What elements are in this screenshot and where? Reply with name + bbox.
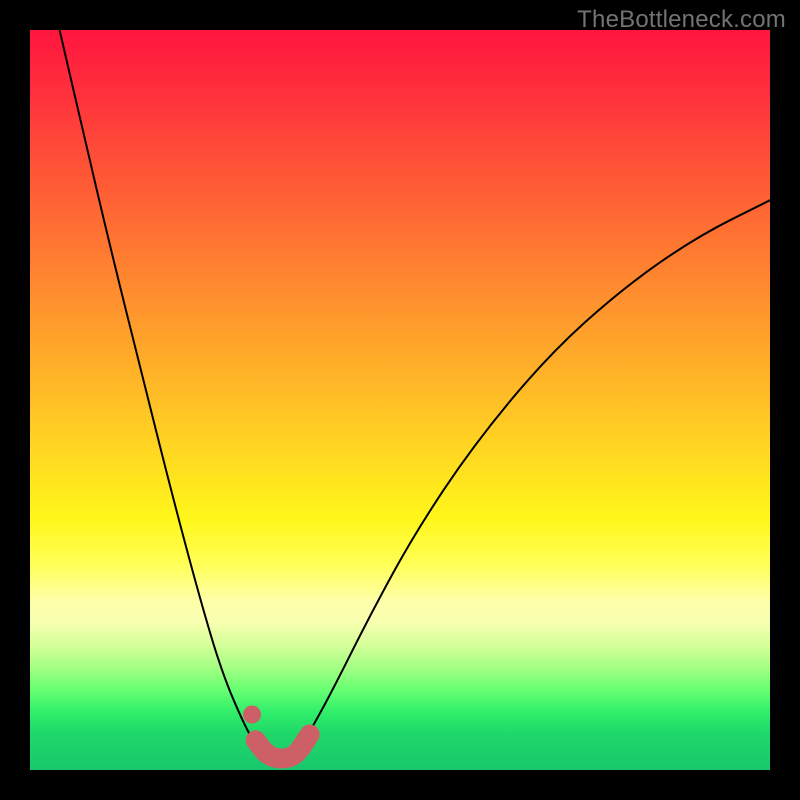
right-branch-curve (296, 200, 770, 754)
plot-area (30, 30, 770, 770)
curve-layer (30, 30, 770, 770)
chart-stage: TheBottleneck.com (0, 0, 800, 800)
left-branch-curve (60, 30, 267, 757)
valley-dot (243, 706, 261, 724)
watermark-text: TheBottleneck.com (577, 6, 786, 34)
valley-highlight (256, 735, 310, 759)
